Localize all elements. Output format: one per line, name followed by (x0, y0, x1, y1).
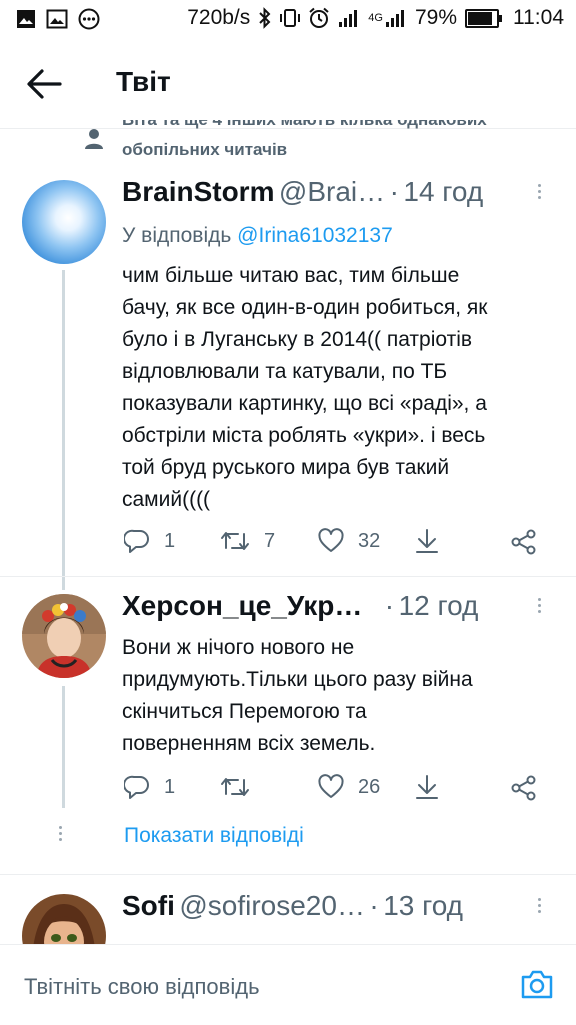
separator-dot: · (389, 176, 399, 207)
tweet-text-line: Вони ж нічого нового не (122, 636, 355, 659)
timestamp: 13 год (383, 890, 464, 921)
bluetooth-icon (259, 7, 271, 29)
reply-count: 1 (164, 775, 176, 798)
more-notifications-icon (78, 8, 100, 30)
tweet-text-line: було і в Луганську в 2014(( патріотів (122, 328, 473, 351)
net-speed: 720b/s (187, 6, 251, 29)
download-arrow-icon (416, 529, 438, 553)
share-icon (511, 775, 536, 801)
display-name[interactable]: Sofi (122, 890, 175, 921)
share-button[interactable] (510, 528, 538, 556)
signal-icon (339, 10, 358, 27)
page-title: Твіт (116, 66, 171, 97)
battery-percent: 79% (414, 6, 457, 29)
show-replies-link[interactable]: Показати відповіді (124, 824, 304, 848)
tweet-text-line: скінчиться Перемогою та (122, 700, 367, 723)
timestamp: 14 год (403, 176, 484, 207)
reply-icon (124, 529, 149, 553)
thread-dots (59, 826, 62, 844)
network-type: 4G (368, 12, 383, 24)
gallery-notification-icon (17, 10, 35, 28)
tweet-2-header: Херсон_це_Укр… · 12 год (122, 590, 522, 626)
user-handle[interactable]: @sofirose20… (179, 890, 365, 921)
heart-icon (318, 528, 344, 552)
like-button[interactable]: 26 (318, 774, 380, 800)
status-left-icons (16, 8, 100, 30)
back-arrow-icon[interactable] (24, 66, 64, 102)
display-name[interactable]: Херсон_це_Укр… (122, 590, 362, 621)
battery-icon (465, 8, 502, 28)
avatar-sky-image (22, 180, 106, 264)
tweet-1-text: чим більше читаю вас, тим більше бачу, я… (122, 260, 562, 516)
tweet-3-header: Sofi @sofirose20… · 13 год (122, 890, 522, 926)
app-header: Твіт (0, 38, 576, 129)
reply-prefix: У відповідь (122, 224, 232, 247)
avatar[interactable] (22, 180, 106, 264)
reply-composer (0, 944, 576, 1025)
tweet-text-line: придумують.Тільки цього разу війна (122, 668, 473, 691)
mutual-followers-context: обопільних читачів (122, 140, 288, 159)
tweet-text-line: самий(((( (122, 488, 211, 511)
more-options-icon[interactable] (538, 598, 541, 616)
tweet-1-header: BrainStorm @Brai… · 14 год (122, 176, 522, 212)
tweet-text-line: бачу, як все один-в-один робиться, як (122, 296, 488, 319)
tweet-text-line: поверненням всіх земель. (122, 732, 376, 755)
reply-input[interactable] (22, 967, 506, 1007)
image-notification-icon (46, 9, 68, 29)
user-handle[interactable]: @Brai… (279, 176, 385, 207)
retweet-count: 7 (264, 529, 276, 552)
timestamp: 12 год (398, 590, 479, 621)
share-button[interactable] (510, 774, 538, 802)
display-name[interactable]: BrainStorm (122, 176, 274, 207)
more-options-icon[interactable] (538, 898, 541, 916)
tweet-text-line: обстріли міста роблять «укри». і весь (122, 424, 486, 447)
thread-line (62, 270, 65, 590)
reply-context: У відповідь @Irina61032137 (122, 224, 393, 248)
retweet-button[interactable] (220, 774, 264, 800)
battery-fill (468, 11, 492, 25)
reply-mention-link[interactable]: @Irina61032137 (237, 224, 393, 247)
avatar-girl-image (22, 594, 106, 678)
retweet-icon (221, 778, 249, 796)
tweet-text-line: відловлювали та катували, по ТБ (122, 360, 448, 383)
signal-2-icon (385, 10, 404, 27)
camera-icon[interactable] (520, 967, 554, 1001)
status-right: 720b/s 4G 79% 11:04 (187, 6, 564, 30)
bookmark-button[interactable] (414, 527, 440, 555)
tweet-2-text: Вони ж нічого нового не придумують.Тільк… (122, 632, 562, 760)
reply-icon (124, 775, 149, 799)
retweet-icon (221, 532, 249, 550)
status-bar: 720b/s 4G 79% 11:04 (0, 0, 576, 38)
vibrate-icon (280, 9, 301, 27)
reply-button[interactable]: 1 (124, 528, 175, 554)
like-button[interactable]: 32 (318, 528, 380, 554)
tweet-text-line: той бруд руського мира був такий (122, 456, 450, 479)
reply-count: 1 (164, 529, 176, 552)
person-icon (85, 129, 103, 149)
reply-button[interactable]: 1 (124, 774, 175, 800)
divider (0, 576, 576, 577)
like-count: 32 (358, 529, 381, 552)
divider (0, 874, 576, 875)
avatar[interactable] (22, 594, 106, 678)
separator-dot: · (384, 590, 395, 621)
tweet-text-line: чим більше читаю вас, тим більше (122, 264, 460, 287)
alarm-icon (309, 7, 329, 28)
heart-icon (318, 774, 344, 798)
clock: 11:04 (513, 6, 564, 29)
retweet-button[interactable]: 7 (220, 528, 275, 554)
like-count: 26 (358, 775, 381, 798)
tweet-text-line: показували картинку, що всі «раді», а (122, 392, 487, 415)
share-icon (511, 529, 536, 555)
thread-line (62, 686, 65, 808)
download-arrow-icon (416, 775, 438, 799)
more-options-icon[interactable] (538, 184, 541, 202)
bookmark-button[interactable] (414, 773, 440, 801)
separator-dot: · (369, 890, 379, 921)
